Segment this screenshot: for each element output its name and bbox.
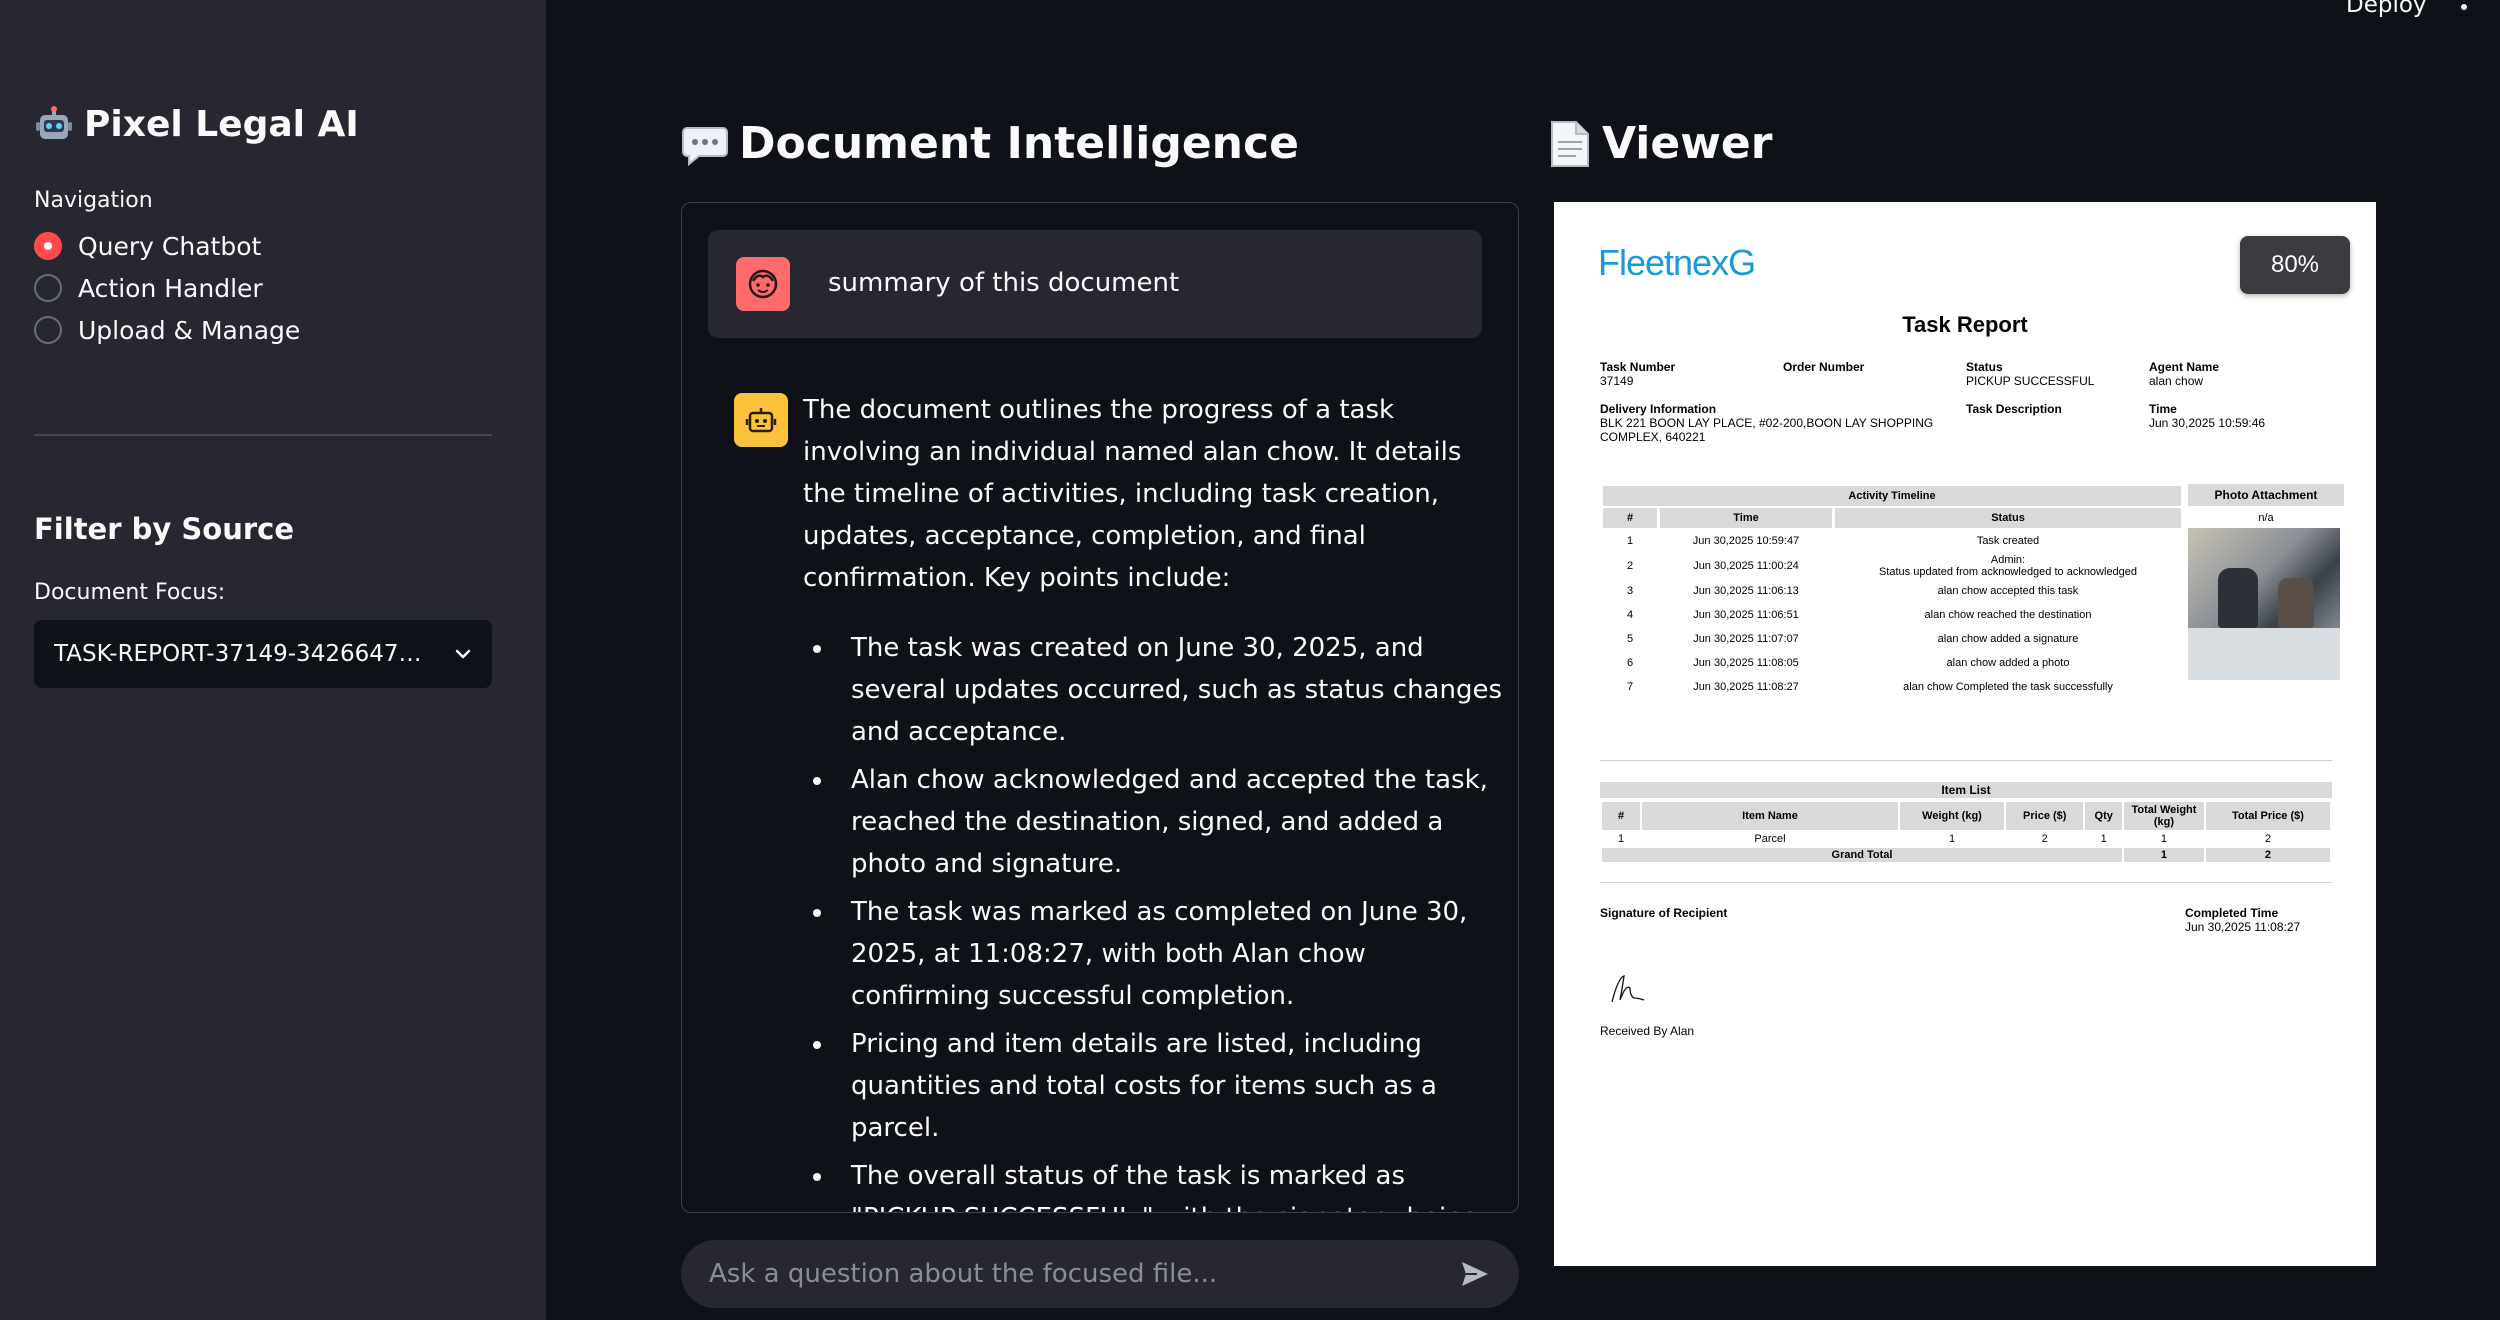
nav-item-label: Upload & Manage xyxy=(78,315,301,345)
meta-status: Status PICKUP SUCCESSFUL xyxy=(1966,360,2095,388)
items-header: Total Price ($) xyxy=(2205,802,2330,830)
more-options-icon[interactable] xyxy=(2460,0,2468,14)
send-icon[interactable] xyxy=(1459,1258,1491,1290)
meta-agent-name: Agent Name alan chow xyxy=(2149,360,2220,388)
list-item: The overall status of the task is marked… xyxy=(813,1155,1503,1212)
navigation-radio-group: Query Chatbot Action Handler Upload & Ma… xyxy=(34,231,301,345)
grand-total-row: Grand Total 1 2 xyxy=(1602,848,2330,862)
chat-container: summary of this document The document ou… xyxy=(681,202,1519,1213)
timeline-header: # xyxy=(1603,508,1657,528)
items-header: Qty xyxy=(2085,802,2122,830)
viewer-header: Viewer xyxy=(1546,118,1772,169)
section-divider xyxy=(1600,882,2332,883)
activity-timeline: Activity Timeline # Time Status 1 Jun 30,… xyxy=(1600,484,2344,700)
timeline-header: Time xyxy=(1660,508,1832,528)
sidebar-divider xyxy=(34,434,492,436)
chat-header: Document Intelligence xyxy=(681,118,1299,169)
items-header: # xyxy=(1602,802,1640,830)
items-header: Weight (kg) xyxy=(1900,802,2005,830)
nav-item-query-chatbot[interactable]: Query Chatbot xyxy=(34,231,300,261)
items-header: Item Name xyxy=(1642,802,1898,830)
document-focus-select[interactable]: TASK-REPORT-37149-3426647… xyxy=(34,620,492,688)
radio-unselected-icon[interactable] xyxy=(34,274,62,302)
fleetnexg-logo: FleetnexG xyxy=(1598,242,1756,283)
bot-icon xyxy=(745,408,777,433)
table-row: 4 Jun 30,2025 11:06:51 alan chow reached t… xyxy=(1626,609,2092,621)
table-row: 6 Jun 30,2025 11:08:05 alan chow added a p… xyxy=(1626,657,2070,669)
table-row: 1 Jun 30,2025 10:59:47 Task created xyxy=(1626,535,2040,547)
completed-time: Completed Time Jun 30,2025 11:08:27 xyxy=(2185,906,2301,934)
items-header: Total Weight (kg) xyxy=(2123,802,2204,830)
bot-intro-text: The document outlines the progress of a … xyxy=(803,395,1462,593)
table-row: 3 Jun 30,2025 11:06:13 alan chow accepted … xyxy=(1626,585,2079,597)
chat-input[interactable] xyxy=(709,1259,1459,1289)
user-avatar xyxy=(736,257,790,311)
deploy-button[interactable]: Deploy xyxy=(2346,0,2427,18)
zoom-level-badge[interactable]: 80% xyxy=(2240,236,2350,294)
nav-item-upload-manage[interactable]: Upload & Manage xyxy=(34,315,301,345)
received-by: Received By Alan xyxy=(1600,1024,1695,1038)
items-header: Price ($) xyxy=(2006,802,2084,830)
signature-label: Signature of Recipient xyxy=(1600,906,1728,920)
chevron-down-icon xyxy=(455,649,471,659)
items-title: Item List xyxy=(1600,782,2332,798)
bot-points-list: The task was created on June 30, 2025, a… xyxy=(803,627,1503,1212)
robot-icon xyxy=(36,105,72,139)
list-item: The task was created on June 30, 2025, a… xyxy=(813,627,1503,753)
radio-selected-icon[interactable] xyxy=(34,232,62,260)
meta-task-description: Task Description xyxy=(1966,402,2062,416)
timeline-title: Activity Timeline xyxy=(1603,486,2181,506)
viewer-header-text: Viewer xyxy=(1602,118,1773,169)
chat-header-text: Document Intelligence xyxy=(739,118,1299,169)
document-focus-label: Document Focus: xyxy=(34,580,226,605)
table-row: 5 Jun 30,2025 11:07:07 alan chow added a s… xyxy=(1626,633,2079,645)
document-focus-value: TASK-REPORT-37149-3426647… xyxy=(54,641,422,667)
timeline-header: Status xyxy=(1835,508,2181,528)
timeline-table: Activity Timeline # Time Status 1 Jun 30,… xyxy=(1600,484,2184,700)
user-message: summary of this document xyxy=(708,230,1482,338)
items-table: # Item Name Weight (kg) Price ($) Qty To… xyxy=(1600,800,2332,864)
section-divider xyxy=(1600,760,2332,761)
speech-bubble-icon xyxy=(682,126,728,166)
navigation-label: Navigation xyxy=(34,188,153,213)
user-message-text: summary of this document xyxy=(828,268,1180,298)
item-list: Item List # Item Name Weight (kg) Price … xyxy=(1600,782,2332,864)
attachment-photo xyxy=(2188,528,2340,680)
nav-item-label: Query Chatbot xyxy=(78,231,262,261)
report-title: Task Report xyxy=(1902,312,2028,337)
report-meta: Task Number 37149 Order Number Status PICK… xyxy=(1600,360,2340,458)
filter-title: Filter by Source xyxy=(34,512,294,546)
chat-input-bar xyxy=(681,1240,1519,1308)
photo-na: n/a xyxy=(2258,512,2274,524)
sidebar: Pixel Legal AI Navigation Query Chatbot … xyxy=(0,0,546,1320)
meta-time: Time Jun 30,2025 10:59:46 xyxy=(2149,402,2266,430)
radio-unselected-icon[interactable] xyxy=(34,316,62,344)
meta-task-number: Task Number 37149 xyxy=(1600,360,1676,388)
nav-item-label: Action Handler xyxy=(78,273,263,303)
document-viewer[interactable]: 80% FleetnexG Task Report Task Number 371… xyxy=(1554,202,2376,1266)
table-row: 1 Parcel 1 2 1 1 2 xyxy=(1617,833,2272,845)
photo-attachment: Photo Attachment n/a xyxy=(2188,484,2344,680)
list-item: Pricing and item details are listed, inc… xyxy=(813,1023,1503,1149)
user-face-icon xyxy=(748,269,778,299)
list-item: The task was marked as completed on June… xyxy=(813,891,1503,1017)
photo-title: Photo Attachment xyxy=(2188,484,2344,506)
document-icon xyxy=(1551,120,1589,167)
app-title: Pixel Legal AI xyxy=(34,104,359,145)
table-row: 7 Jun 30,2025 11:08:27 alan chow Completed… xyxy=(1626,681,2113,693)
signature-image xyxy=(1611,975,1645,1003)
meta-delivery-info: Delivery Information BLK 221 BOON LAY PLA… xyxy=(1600,402,1934,444)
bot-message: The document outlines the progress of a … xyxy=(803,389,1503,1212)
list-item: Alan chow acknowledged and accepted the … xyxy=(813,759,1503,885)
table-row: 2 Jun 30,2025 11:00:24 Admin: Status update… xyxy=(1626,554,2138,578)
app-title-text: Pixel Legal AI xyxy=(84,104,359,145)
nav-item-action-handler[interactable]: Action Handler xyxy=(34,273,300,303)
meta-order-number: Order Number xyxy=(1783,360,1865,374)
bot-avatar xyxy=(734,393,788,447)
